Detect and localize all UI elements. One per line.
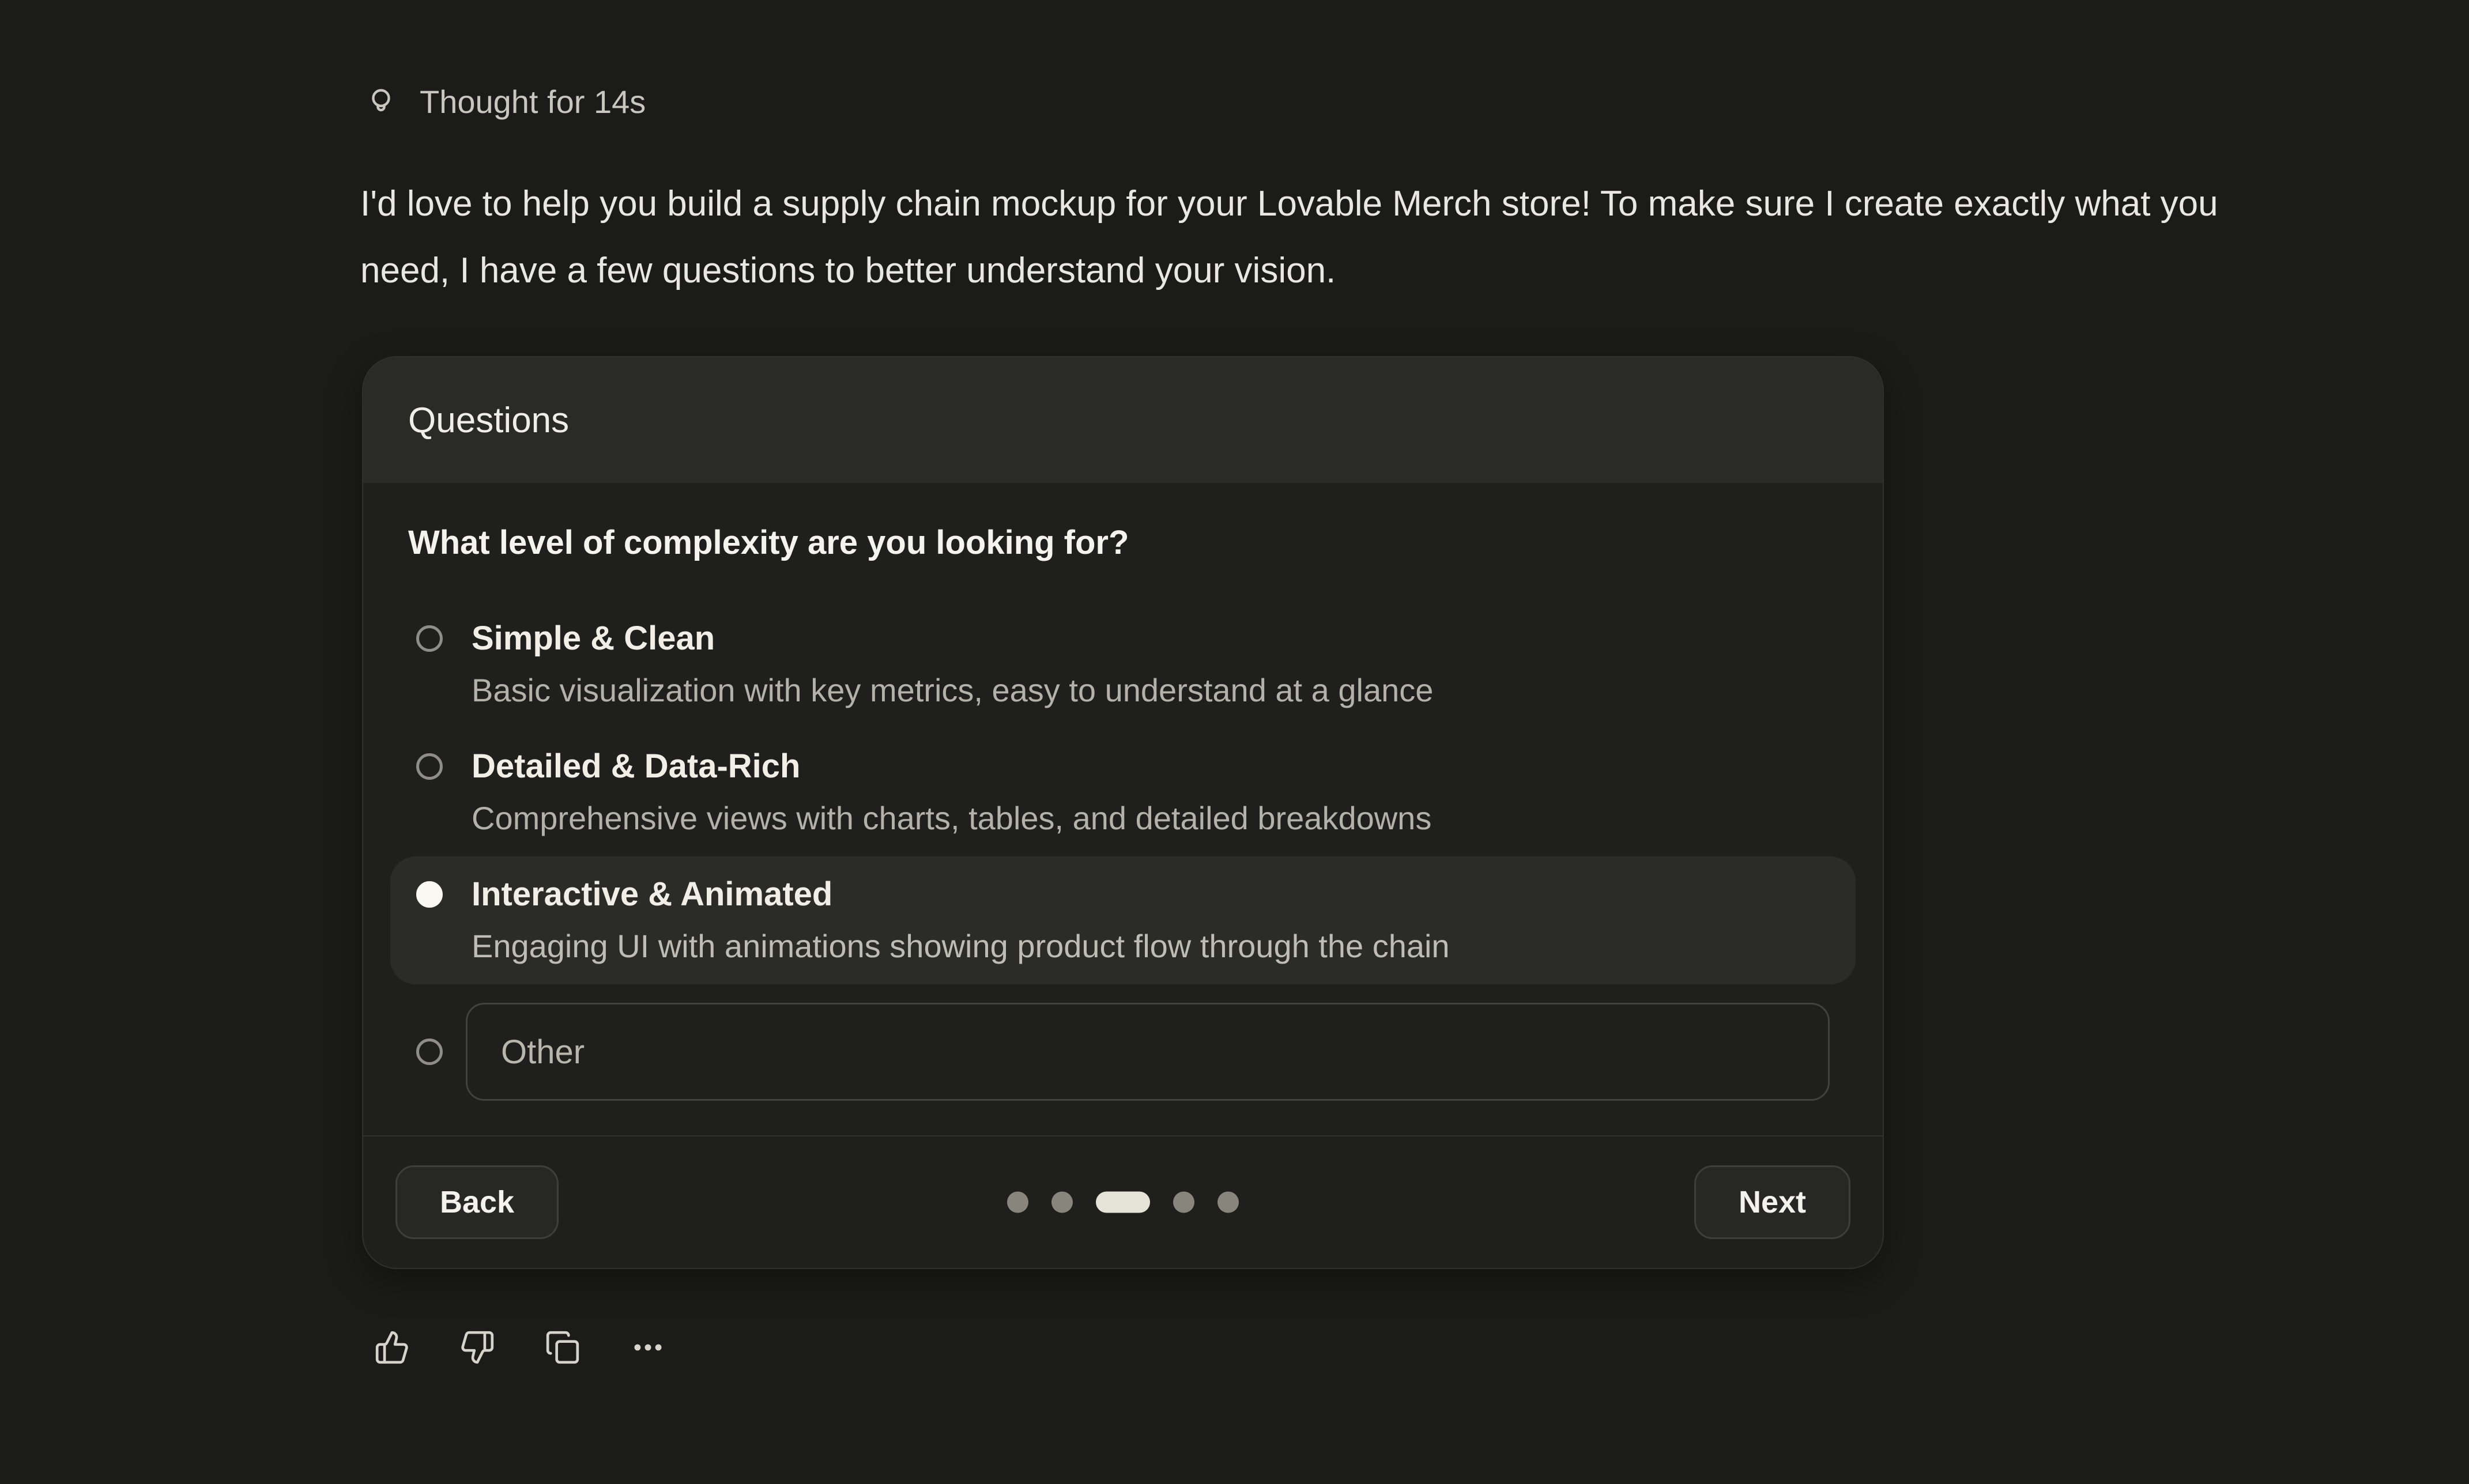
option-title: Interactive & Animated [472, 876, 1450, 913]
radio-icon[interactable] [416, 753, 443, 780]
pagination-dot [1173, 1192, 1194, 1213]
option-simple-clean[interactable]: Simple & Clean Basic visualization with … [390, 601, 1856, 728]
thumbs-up-icon [374, 1330, 410, 1365]
back-button[interactable]: Back [395, 1165, 559, 1239]
radio-icon[interactable] [416, 1039, 443, 1065]
option-title: Simple & Clean [472, 620, 1433, 657]
pagination-dot [1051, 1192, 1073, 1213]
option-description: Basic visualization with key metrics, ea… [472, 672, 1433, 709]
card-header: Questions [363, 357, 1883, 483]
thumbs-down-button[interactable] [459, 1330, 495, 1365]
message-actions [374, 1330, 666, 1365]
pagination-dot [1217, 1192, 1239, 1213]
pagination-dot-active [1096, 1192, 1150, 1213]
option-other[interactable] [390, 1003, 1856, 1101]
assistant-message-text: I'd love to help you build a supply chai… [360, 171, 2228, 304]
card-footer: Back Next [363, 1135, 1883, 1268]
question-text: What level of complexity are you looking… [408, 524, 1838, 561]
option-description: Comprehensive views with charts, tables,… [472, 800, 1431, 837]
ellipsis-icon [630, 1330, 666, 1365]
questions-card: Questions What level of complexity are y… [362, 356, 1884, 1269]
lightbulb-icon [364, 85, 398, 119]
thumbs-down-icon [459, 1330, 495, 1365]
option-interactive-animated[interactable]: Interactive & Animated Engaging UI with … [390, 856, 1856, 984]
thumbs-up-button[interactable] [374, 1330, 410, 1365]
next-button[interactable]: Next [1694, 1165, 1850, 1239]
radio-selected-icon[interactable] [416, 881, 443, 908]
option-description: Engaging UI with animations showing prod… [472, 928, 1450, 965]
option-title: Detailed & Data-Rich [472, 748, 1431, 785]
thought-label: Thought for 14s [420, 82, 646, 122]
other-input[interactable] [466, 1003, 1830, 1101]
card-body: What level of complexity are you looking… [363, 483, 1883, 1135]
pagination-dot [1007, 1192, 1028, 1213]
thought-toggle[interactable]: Thought for 14s [364, 82, 646, 122]
pagination-dots [1007, 1192, 1239, 1213]
more-options-button[interactable] [630, 1330, 666, 1365]
option-detailed-data-rich[interactable]: Detailed & Data-Rich Comprehensive views… [390, 728, 1856, 856]
copy-icon [545, 1330, 581, 1365]
radio-icon[interactable] [416, 625, 443, 652]
copy-button[interactable] [545, 1330, 581, 1365]
card-title: Questions [408, 400, 569, 441]
